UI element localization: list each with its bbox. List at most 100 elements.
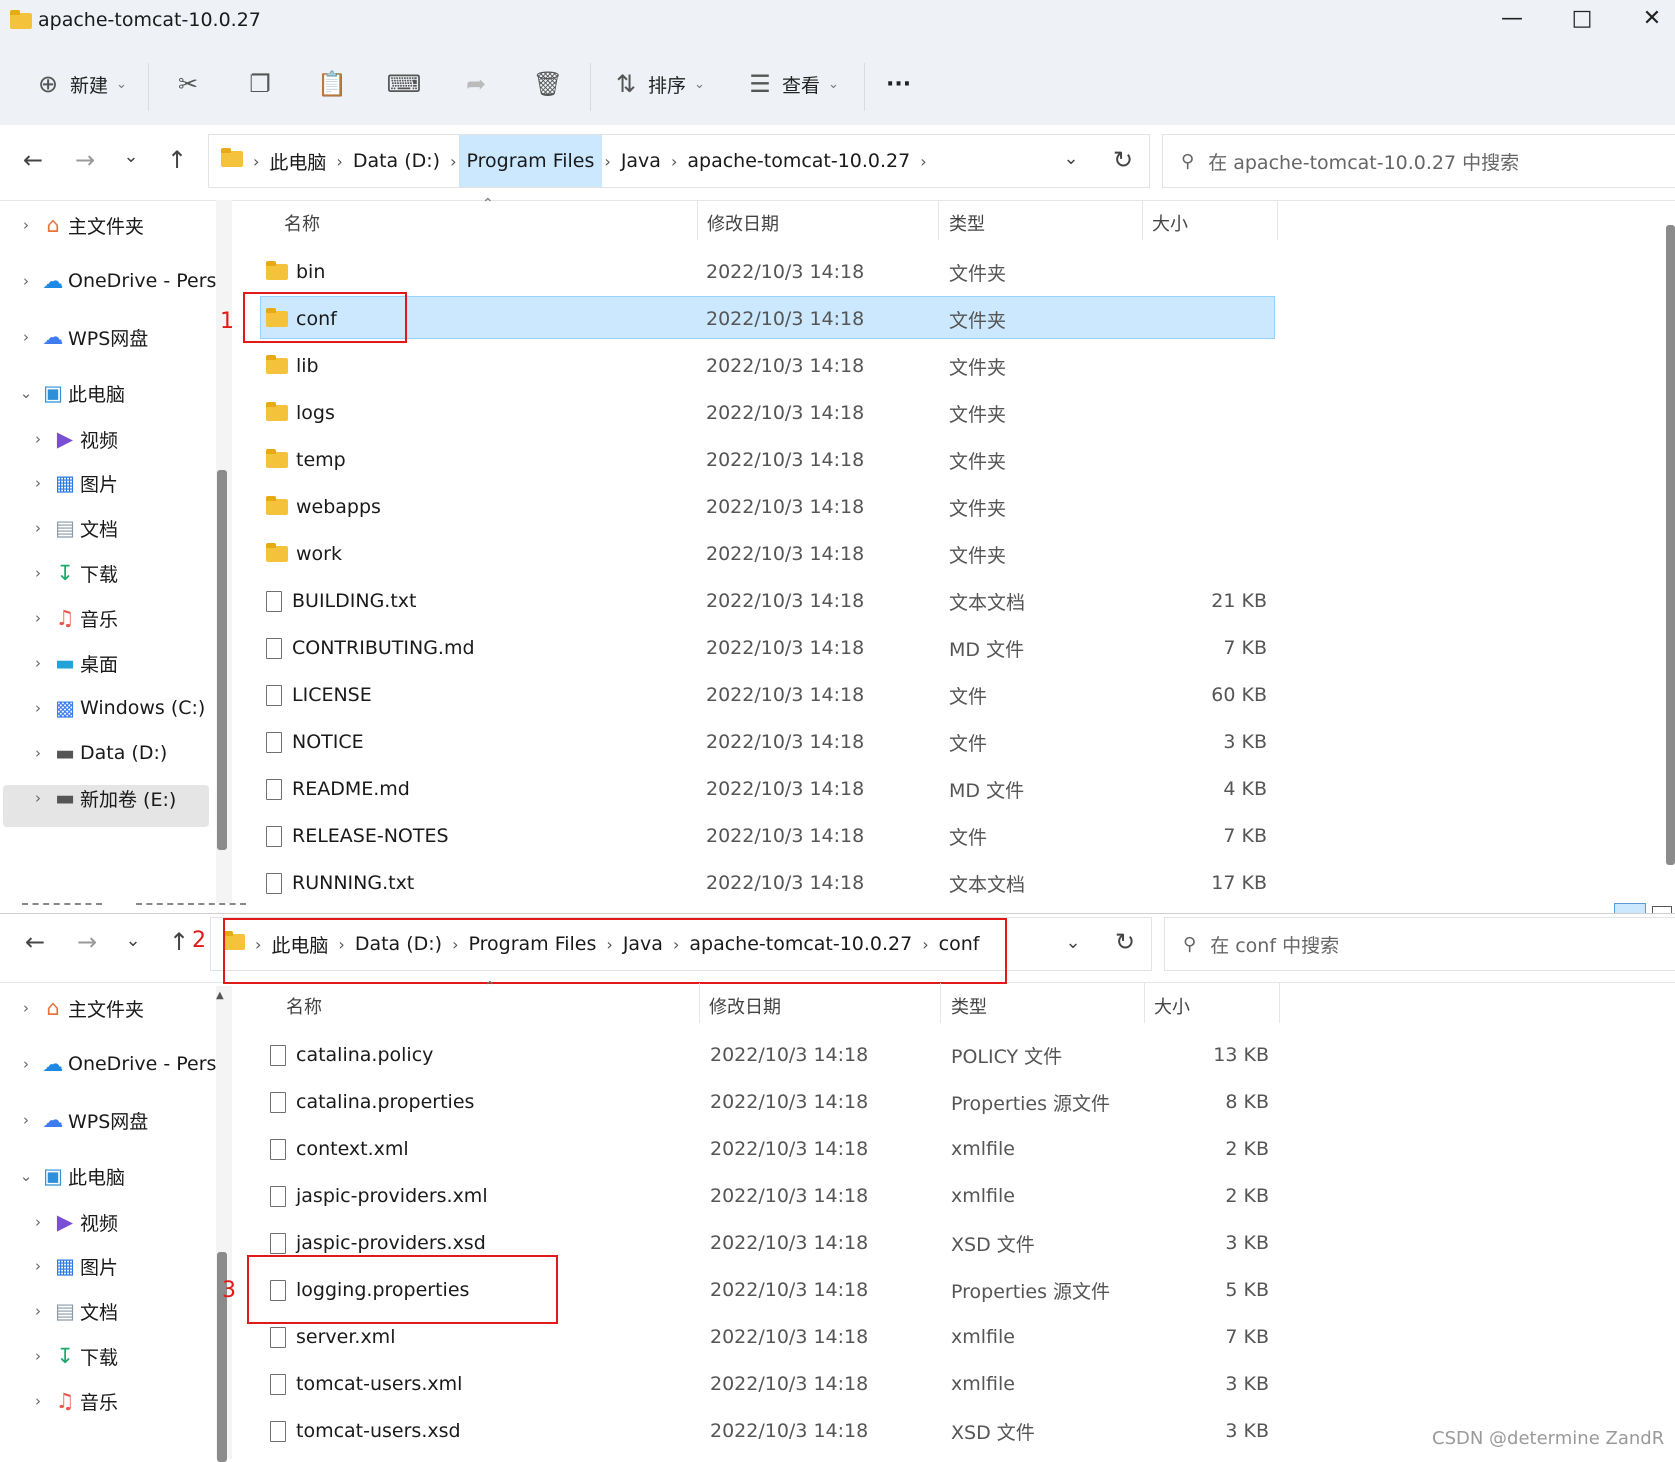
sidebar-item-drive[interactable]: › ▬ 新加卷 (E:) [26,778,176,818]
column-header-name[interactable]: 名称 [286,993,322,1019]
sidebar-item-wps-cloud[interactable]: › ☁ WPS网盘 [14,317,148,357]
file-row[interactable]: README.md [266,767,410,811]
sidebar-item-video[interactable]: › ▶ 视频 [26,1202,118,1242]
paste-button[interactable]: 📋 [314,66,350,102]
file-row[interactable]: LICENSE [266,673,372,717]
column-divider[interactable] [1144,983,1145,1023]
refresh-button[interactable]: ↻ [1108,146,1138,174]
search-box-2[interactable]: ⚲ 在 conf 中搜索 [1164,917,1675,971]
breadcrumb-this-pc[interactable]: 此电脑 [261,148,334,175]
maximize-button[interactable]: □ [1562,6,1602,36]
sort-button[interactable]: ⇅ 排序 ⌄ [608,66,705,102]
column-header-type[interactable]: 类型 [949,210,985,236]
column-divider[interactable] [1142,200,1143,240]
sidebar-item-onedrive[interactable]: › ☁ OneDrive - Pers [14,1044,216,1084]
chevron-right-icon[interactable]: › [26,474,50,492]
file-row[interactable]: temp [266,438,346,482]
column-divider[interactable] [699,983,700,1023]
column-divider[interactable] [940,983,941,1023]
back-button[interactable]: ← [18,146,48,174]
recent-dropdown-button-2[interactable]: ⌄ [118,930,148,951]
sidebar-item-music[interactable]: › ♫ 音乐 [26,1381,118,1421]
file-row[interactable]: bin [266,250,325,294]
back-button-2[interactable]: ← [20,928,50,956]
chevron-right-icon[interactable]: › [26,430,50,448]
file-row[interactable]: BUILDING.txt [266,579,416,623]
column-header-size[interactable]: 大小 [1154,993,1190,1019]
file-row[interactable]: webapps [266,485,381,529]
share-button[interactable]: ➦ [458,66,494,102]
file-list-scrollbar[interactable] [1666,225,1675,865]
chevron-right-icon[interactable]: › [26,609,50,627]
column-divider[interactable] [1279,983,1280,1023]
chevron-right-icon[interactable]: › [14,216,38,234]
chevron-right-icon[interactable]: › [26,1392,50,1410]
up-button[interactable]: ↑ [162,146,192,174]
file-row[interactable]: work [266,532,342,576]
sidebar-item-pictures[interactable]: › ▦ 图片 [26,463,118,503]
file-row[interactable]: tomcat-users.xml [270,1362,462,1406]
chevron-right-icon[interactable]: › [26,1302,50,1320]
chevron-down-icon[interactable]: ⌄ [14,384,38,402]
chevron-down-icon[interactable]: ⌄ [14,1167,38,1185]
delete-button[interactable]: 🗑 [530,66,566,102]
nav-pane-scrollbar[interactable] [216,200,232,910]
sidebar-item-pc[interactable]: ⌄ ▣ 此电脑 [14,1156,125,1196]
file-row[interactable]: catalina.policy [270,1033,433,1077]
sidebar-item-documents[interactable]: › ▤ 文档 [26,1291,118,1331]
sidebar-item-home[interactable]: › ⌂ 主文件夹 [14,988,144,1028]
address-history-dropdown[interactable]: ⌄ [1056,148,1086,169]
chevron-right-icon[interactable]: › [26,1257,50,1275]
search-box[interactable]: ⚲ 在 apache-tomcat-10.0.27 中搜索 [1162,134,1675,188]
breadcrumb-program-files[interactable]: Program Files [458,135,603,187]
forward-button-2[interactable]: → [72,928,102,956]
sidebar-item-wps-cloud[interactable]: › ☁ WPS网盘 [14,1100,148,1140]
nav-pane-scrollbar-2[interactable]: ▲ [216,986,232,1462]
breadcrumb-java[interactable]: Java [613,150,669,172]
sidebar-item-drive-c[interactable]: › ▩ Windows (C:) [26,688,205,728]
copy-button[interactable]: ❐ [242,66,278,102]
sidebar-item-desktop[interactable]: › ▬ 桌面 [26,643,118,683]
file-row[interactable]: CONTRIBUTING.md [266,626,475,670]
forward-button[interactable]: → [70,146,100,174]
chevron-right-icon[interactable]: › [26,1213,50,1231]
file-row[interactable]: context.xml [270,1127,409,1171]
sidebar-item-drive[interactable]: › ▬ Data (D:) [26,733,167,773]
chevron-right-icon[interactable]: › [26,1347,50,1365]
sidebar-item-onedrive[interactable]: › ☁ OneDrive - Pers [14,261,216,301]
column-header-type[interactable]: 类型 [951,993,987,1019]
file-row[interactable]: RELEASE-NOTES [266,814,449,858]
sidebar-item-music[interactable]: › ♫ 音乐 [26,598,118,638]
minimize-button[interactable]: — [1492,6,1532,36]
file-row[interactable]: logs [266,391,335,435]
file-row[interactable]: tomcat-users.xsd [270,1409,461,1453]
cut-button[interactable]: ✂ [170,66,206,102]
chevron-right-icon[interactable]: › [14,272,38,290]
chevron-right-icon[interactable]: › [14,1111,38,1129]
breadcrumb-tomcat[interactable]: apache-tomcat-10.0.27 [679,150,918,172]
column-header-date[interactable]: 修改日期 [707,210,779,236]
column-header-date[interactable]: 修改日期 [709,993,781,1019]
sidebar-item-download[interactable]: › ↧ 下载 [26,553,118,593]
file-row[interactable]: catalina.properties [270,1080,474,1124]
file-row[interactable]: lib [266,344,319,388]
recent-dropdown-button[interactable]: ⌄ [116,146,146,167]
chevron-right-icon[interactable]: › [26,654,50,672]
more-button[interactable]: ··· [886,66,911,102]
sidebar-item-documents[interactable]: › ▤ 文档 [26,508,118,548]
scroll-up-arrow-icon[interactable]: ▲ [216,990,224,1001]
column-divider[interactable] [938,200,939,240]
scrollbar-thumb[interactable] [217,470,227,850]
column-header-name[interactable]: 名称 [284,210,320,236]
file-row[interactable]: jaspic-providers.xml [270,1174,488,1218]
column-divider[interactable] [1277,200,1278,240]
rename-button[interactable]: ⌨ [386,66,422,102]
column-divider[interactable] [697,200,698,240]
chevron-right-icon[interactable]: › [26,519,50,537]
chevron-right-icon[interactable]: › [26,744,50,762]
close-button[interactable]: ✕ [1632,6,1672,36]
up-button-2[interactable]: ↑ [164,928,194,956]
sidebar-item-home[interactable]: › ⌂ 主文件夹 [14,205,144,245]
sidebar-item-video[interactable]: › ▶ 视频 [26,419,118,459]
sidebar-item-pictures[interactable]: › ▦ 图片 [26,1246,118,1286]
